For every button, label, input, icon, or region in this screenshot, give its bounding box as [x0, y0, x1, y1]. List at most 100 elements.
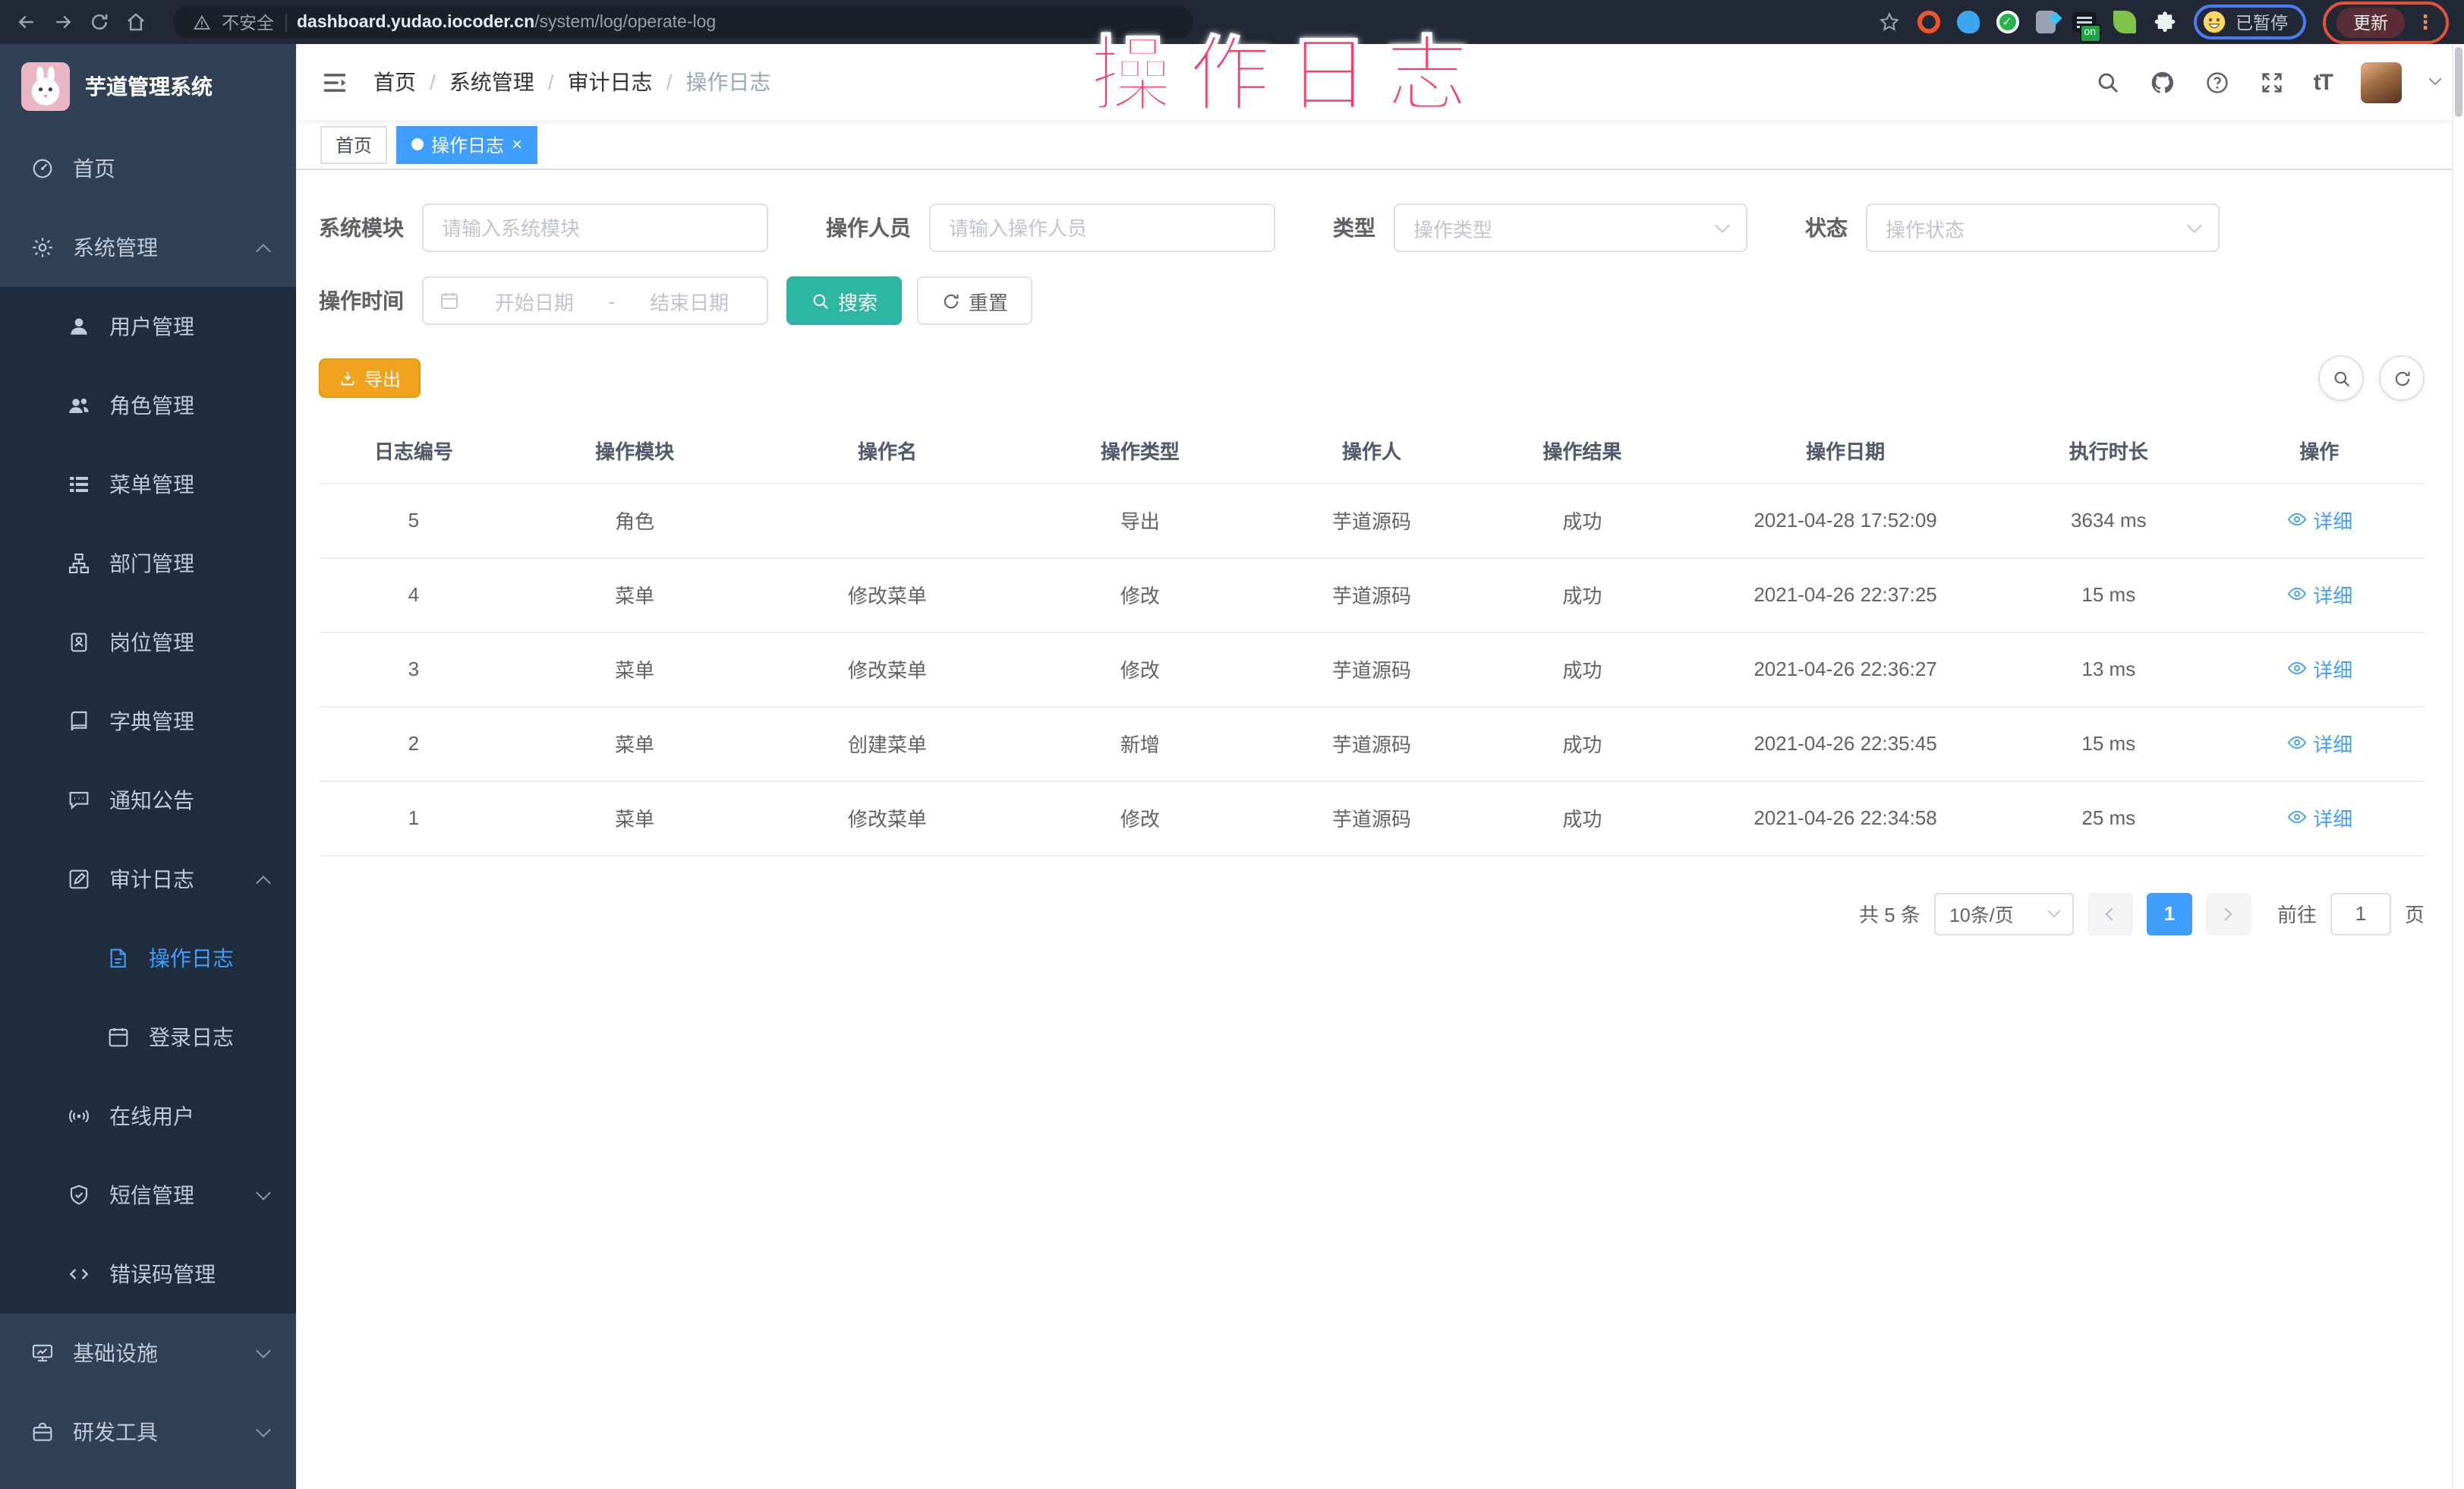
sidebar-item-role-management[interactable]: 角色管理 — [0, 366, 296, 445]
extension-icon[interactable] — [2113, 11, 2135, 33]
user-management-icon — [67, 314, 91, 339]
chevron-up-icon — [256, 243, 271, 258]
app-logo-row[interactable]: 芋道管理系统 — [0, 44, 296, 129]
calendar-icon — [439, 290, 460, 311]
dept-management-icon — [67, 551, 91, 576]
type-label: 类型 — [1333, 213, 1375, 243]
extension-on-badge: on — [2079, 24, 2100, 43]
sidebar-item-dept-management[interactable]: 部门管理 — [0, 524, 296, 603]
avatar[interactable] — [2361, 62, 2402, 103]
detail-link[interactable]: 详细 — [2286, 580, 2352, 609]
chevron-down-icon — [2187, 218, 2202, 233]
sidebar-item-label: 字典管理 — [109, 706, 194, 737]
date-range-picker[interactable]: 开始日期 - 结束日期 — [422, 276, 768, 325]
status-select[interactable]: 操作状态 — [1866, 203, 2220, 252]
table-cell: 成功 — [1477, 483, 1687, 557]
scrollbar[interactable] — [2452, 44, 2464, 1489]
login-log-icon — [106, 1025, 131, 1049]
chevron-up-icon — [256, 875, 271, 890]
help-icon[interactable] — [2204, 69, 2230, 95]
sidebar-item-label: 首页 — [73, 153, 115, 184]
sidebar-item-user-management[interactable]: 用户管理 — [0, 287, 296, 366]
paused-badge[interactable]: 已暂停 — [2193, 5, 2306, 39]
extension-icon[interactable] — [1996, 11, 2018, 33]
toggle-search-button[interactable] — [2318, 355, 2364, 401]
hamburger-icon[interactable] — [320, 68, 349, 96]
update-button[interactable]: 更新 — [2336, 7, 2405, 37]
sidebar-item-post-management[interactable]: 岗位管理 — [0, 603, 296, 682]
bookmark-star-icon[interactable] — [1877, 11, 1900, 33]
sidebar-item-system-management[interactable]: 系统管理 — [0, 208, 296, 287]
page-size-select[interactable]: 10条/页 — [1934, 892, 2074, 935]
extensions-puzzle-icon[interactable] — [2152, 10, 2176, 34]
browser-forward-icon[interactable] — [52, 11, 74, 33]
module-label: 系统模块 — [319, 213, 404, 243]
tab-操作日志[interactable]: 操作日志× — [396, 125, 537, 163]
page-unit-label: 页 — [2405, 899, 2425, 928]
detail-link[interactable]: 详细 — [2286, 803, 2352, 832]
fullscreen-icon[interactable] — [2259, 69, 2285, 95]
sidebar-item-menu-management[interactable]: 菜单管理 — [0, 445, 296, 524]
browser-home-icon[interactable] — [124, 11, 147, 33]
kebab-menu-icon[interactable]: ⋮ — [2415, 12, 2435, 32]
goto-page-input[interactable] — [2330, 892, 2391, 935]
tab-close-icon[interactable]: × — [512, 135, 522, 153]
sidebar-item-error-code[interactable]: 错误码管理 — [0, 1235, 296, 1314]
tab-首页[interactable]: 首页 — [320, 125, 387, 163]
sidebar-item-notice[interactable]: 通知公告 — [0, 761, 296, 840]
table-cell: 新增 — [1013, 706, 1266, 781]
search-icon[interactable] — [2095, 69, 2121, 95]
address-bar[interactable]: 不安全 dashboard.yudao.iocoder.cn/system/lo… — [173, 6, 1193, 38]
export-button[interactable]: 导出 — [319, 358, 421, 398]
browser-back-icon[interactable] — [15, 11, 38, 33]
sidebar-item-sms-management[interactable]: 短信管理 — [0, 1156, 296, 1235]
type-select[interactable]: 操作类型 — [1394, 203, 1747, 252]
update-annotation: 更新 ⋮ — [2323, 1, 2449, 43]
sidebar-item-home[interactable]: 首页 — [0, 129, 296, 208]
extension-icon[interactable]: on — [2072, 12, 2096, 32]
reset-button[interactable]: 重置 — [917, 276, 1032, 325]
sidebar: 芋道管理系统 首页系统管理用户管理角色管理菜单管理部门管理岗位管理字典管理通知公… — [0, 44, 296, 1489]
detail-link[interactable]: 详细 — [2286, 506, 2352, 535]
github-icon[interactable] — [2150, 69, 2176, 95]
sidebar-item-login-log[interactable]: 登录日志 — [0, 998, 296, 1077]
extension-icon[interactable] — [1956, 11, 1979, 33]
sidebar-item-infrastructure[interactable]: 基础设施 — [0, 1314, 296, 1393]
sidebar-item-label: 通知公告 — [109, 785, 194, 815]
breadcrumb-item[interactable]: 首页 — [373, 67, 416, 97]
column-header: 操作人 — [1266, 419, 1476, 483]
url-host: dashboard.yudao.iocoder.cn — [297, 13, 534, 31]
sidebar-item-audit-log[interactable]: 审计日志 — [0, 840, 296, 919]
current-page-button[interactable]: 1 — [2147, 892, 2192, 935]
breadcrumb-item[interactable]: 系统管理 — [449, 67, 534, 97]
extension-icon[interactable] — [1917, 11, 1939, 33]
sidebar-item-online-users[interactable]: 在线用户 — [0, 1077, 296, 1156]
browser-reload-icon[interactable] — [88, 11, 111, 33]
table-cell: 创建菜单 — [761, 706, 1014, 781]
tab-active-dot — [411, 138, 424, 150]
next-page-button[interactable] — [2206, 892, 2251, 935]
tab-label: 首页 — [336, 131, 372, 157]
sidebar-item-dict-management[interactable]: 字典管理 — [0, 682, 296, 761]
breadcrumb-item[interactable]: 审计日志 — [568, 67, 653, 97]
eye-icon — [2286, 733, 2307, 754]
table-cell: 导出 — [1013, 483, 1266, 557]
sidebar-item-operate-log[interactable]: 操作日志 — [0, 919, 296, 998]
detail-link-label: 详细 — [2313, 506, 2352, 535]
refresh-table-button[interactable] — [2379, 355, 2425, 401]
scrollbar-thumb[interactable] — [2455, 47, 2462, 117]
module-input[interactable] — [422, 203, 768, 252]
total-count: 共 5 条 — [1859, 899, 1920, 928]
detail-link[interactable]: 详细 — [2286, 655, 2352, 683]
search-icon — [811, 291, 830, 311]
sidebar-item-dev-tools[interactable]: 研发工具 — [0, 1393, 296, 1472]
detail-link[interactable]: 详细 — [2286, 729, 2352, 758]
table-cell: 5 — [319, 483, 509, 557]
extension-icon[interactable] — [2035, 11, 2055, 33]
prev-page-button[interactable] — [2087, 892, 2133, 935]
chevron-down-icon[interactable] — [2429, 73, 2442, 86]
search-icon — [2331, 368, 2351, 388]
search-button[interactable]: 搜索 — [786, 276, 902, 325]
operator-input[interactable] — [929, 203, 1275, 252]
font-size-icon[interactable]: tT — [2314, 69, 2332, 95]
